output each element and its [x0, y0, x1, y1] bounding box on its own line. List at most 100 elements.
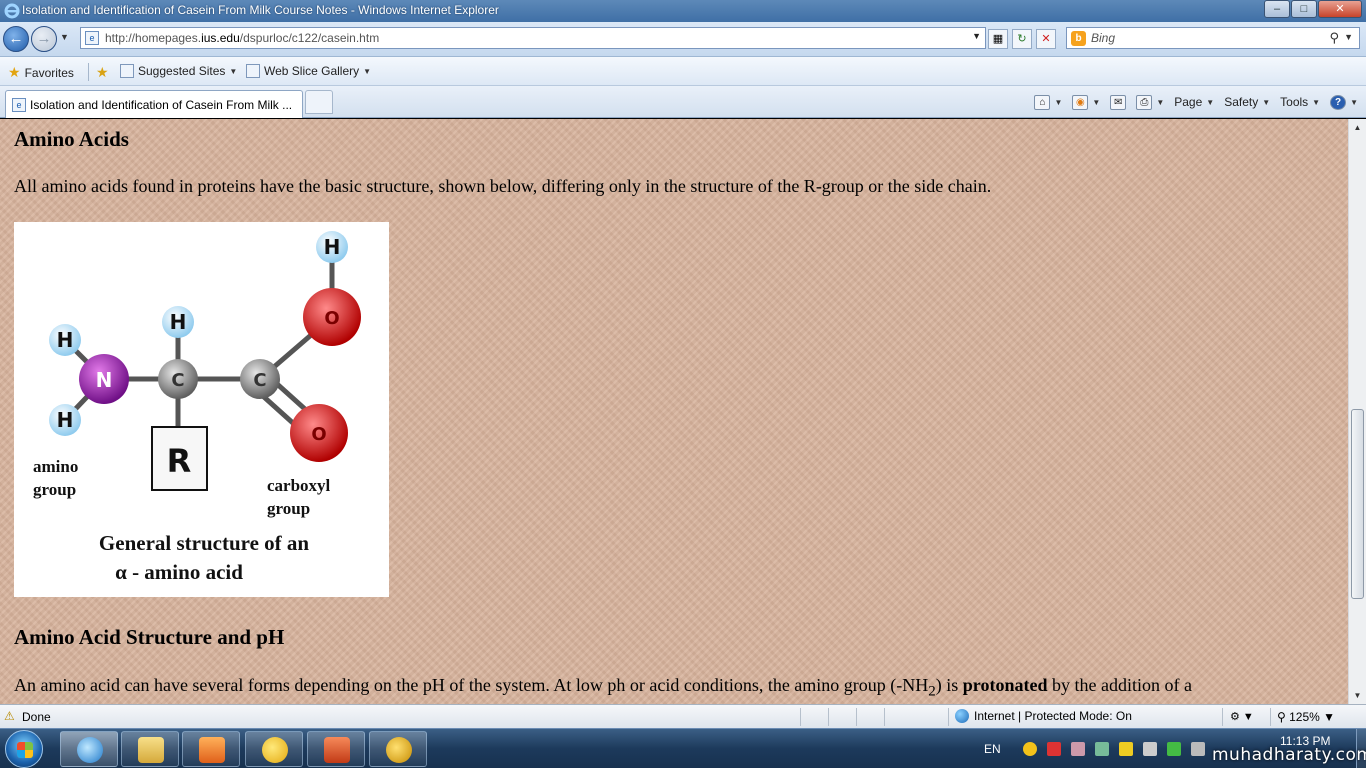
network-icon[interactable] — [1094, 742, 1109, 756]
security-zone[interactable]: Internet | Protected Mode: On — [955, 709, 1132, 723]
star-tray-icon[interactable] — [1118, 742, 1133, 756]
address-dropdown-icon[interactable]: ▼ — [972, 31, 981, 41]
taskbar-internet-explorer[interactable] — [60, 731, 118, 767]
ie-page-icon: e — [12, 98, 26, 112]
watermark-text: muhadharaty.com — [1212, 745, 1366, 765]
language-indicator[interactable]: EN — [984, 742, 1001, 756]
printer-icon: ⎙ — [1136, 94, 1153, 110]
command-bar: ⌂ ▼ ◉ ▼ ✉ ⎙ ▼ Page ▼ Safety ▼ Tools ▼ ? ▼ — [1030, 92, 1362, 112]
help-menu[interactable]: ? ▼ — [1326, 92, 1362, 112]
back-button[interactable]: ← — [3, 26, 29, 52]
atom-label: O — [324, 308, 339, 329]
title-bar: Isolation and Identification of Casein F… — [0, 0, 1366, 22]
search-placeholder[interactable]: Bing — [1091, 31, 1115, 45]
taskbar-powerpoint[interactable] — [307, 731, 365, 767]
speaker-icon[interactable] — [1070, 742, 1085, 756]
carboxyl-group-label: carboxyl — [267, 476, 331, 495]
monitor-tray-icon[interactable] — [1142, 742, 1157, 756]
start-button[interactable] — [5, 730, 43, 768]
web-slice-gallery-button[interactable]: Web Slice Gallery ▼ — [246, 64, 371, 78]
star-icon: ★ — [8, 64, 21, 80]
heading-structure-ph: Amino Acid Structure and pH — [14, 625, 285, 649]
figure-caption: General structure of an — [99, 531, 309, 555]
feeds-button[interactable]: ◉ ▼ — [1068, 92, 1104, 112]
status-text: Done — [22, 710, 51, 724]
vertical-scrollbar[interactable]: ▲ ▼ — [1348, 119, 1366, 704]
add-to-favorites-bar-button[interactable]: ★ — [96, 64, 113, 81]
compatibility-view-icon[interactable]: ▦ — [988, 29, 1008, 49]
tab-bar: e Isolation and Identification of Casein… — [0, 86, 1366, 118]
tab-casein-notes[interactable]: e Isolation and Identification of Casein… — [5, 90, 303, 118]
page-icon: e — [85, 31, 99, 45]
page-icon — [246, 64, 260, 78]
chevron-down-icon: ▼ — [1262, 97, 1271, 107]
stop-icon[interactable]: ✕ — [1036, 29, 1056, 49]
address-url[interactable]: http://homepages.ius.edu/dspurloc/c122/c… — [105, 31, 379, 45]
paragraph-amino-acids: All amino acids found in proteins have t… — [14, 176, 992, 196]
windows-logo-icon — [17, 750, 33, 758]
favorites-button[interactable]: ★ Favorites — [8, 64, 74, 81]
search-icon[interactable]: ⚲ — [1329, 30, 1339, 46]
media-player-icon — [199, 737, 225, 763]
close-button[interactable]: ✕ — [1318, 0, 1362, 18]
page-menu[interactable]: Page ▼ — [1170, 92, 1218, 112]
page-content: Amino Acids All amino acids found in pro… — [0, 119, 1348, 704]
status-divider — [1222, 708, 1223, 726]
figure-caption: α - amino acid — [115, 560, 243, 584]
print-button[interactable]: ⎙ ▼ — [1132, 92, 1168, 112]
status-divider — [1270, 708, 1271, 726]
app-icon — [386, 737, 412, 763]
taskbar-media-player[interactable] — [182, 731, 240, 767]
atom-label: H — [324, 235, 341, 259]
tools-menu[interactable]: Tools ▼ — [1276, 92, 1324, 112]
add-favorite-icon: ★ — [96, 64, 109, 80]
read-mail-button[interactable]: ✉ — [1106, 92, 1130, 112]
status-bar: ⚠ Done Internet | Protected Mode: On ⚙ ▼… — [0, 704, 1366, 728]
taskbar-app[interactable] — [369, 731, 427, 767]
messenger-tray-icon[interactable] — [1022, 742, 1037, 756]
atom-label: N — [96, 368, 113, 392]
status-divider — [828, 708, 829, 726]
window-controls: – □ ✕ — [1263, 0, 1362, 19]
minimize-button[interactable]: – — [1264, 0, 1290, 18]
rss-icon: ◉ — [1072, 94, 1089, 110]
folder-icon — [138, 737, 164, 763]
scroll-thumb[interactable] — [1351, 409, 1364, 599]
maximize-button[interactable]: □ — [1291, 0, 1317, 18]
atom-label: H — [57, 328, 74, 352]
messenger-icon — [262, 737, 288, 763]
check-tray-icon[interactable] — [1166, 742, 1181, 756]
powerpoint-icon — [324, 737, 350, 763]
zoom-level[interactable]: ⚲ 125% ▼ — [1277, 710, 1335, 724]
safety-menu[interactable]: Safety ▼ — [1220, 92, 1274, 112]
taskbar-explorer[interactable] — [121, 731, 179, 767]
favorites-bar: ★ Favorites ★ Suggested Sites ▼ Web Slice … — [0, 57, 1366, 86]
device-tray-icon[interactable] — [1190, 742, 1205, 756]
taskbar: EN 11:13 PM — [0, 728, 1366, 768]
r-group-label: R — [167, 442, 192, 480]
new-tab-button[interactable] — [305, 90, 333, 114]
flag-tray-icon[interactable] — [1046, 742, 1061, 756]
refresh-icon[interactable]: ↻ — [1012, 29, 1032, 49]
home-icon: ⌂ — [1034, 94, 1051, 110]
scroll-down-icon[interactable]: ▼ — [1349, 687, 1366, 704]
address-bar[interactable]: e http://homepages.ius.edu/dspurloc/c122… — [80, 27, 986, 49]
status-divider — [800, 708, 801, 726]
carboxyl-group-label: group — [267, 499, 310, 518]
scroll-up-icon[interactable]: ▲ — [1349, 119, 1366, 136]
amino-group-label: amino — [33, 457, 78, 476]
help-icon: ? — [1330, 94, 1347, 110]
status-divider — [948, 708, 949, 726]
taskbar-yahoo-messenger[interactable] — [245, 731, 303, 767]
protected-mode-icon[interactable]: ⚙ ▼ — [1230, 710, 1254, 723]
suggested-sites-button[interactable]: Suggested Sites ▼ — [120, 64, 237, 78]
warning-icon[interactable]: ⚠ — [4, 710, 18, 723]
search-box[interactable]: b Bing ⚲ ▼ — [1066, 27, 1360, 49]
search-options-dropdown-icon[interactable]: ▼ — [1344, 32, 1353, 42]
globe-icon — [955, 709, 969, 723]
home-button[interactable]: ⌂ ▼ — [1030, 92, 1066, 112]
ie-icon — [77, 737, 103, 763]
recent-pages-dropdown[interactable]: ▼ — [60, 32, 69, 42]
atom-label: C — [171, 370, 184, 391]
forward-button[interactable]: → — [31, 26, 57, 52]
